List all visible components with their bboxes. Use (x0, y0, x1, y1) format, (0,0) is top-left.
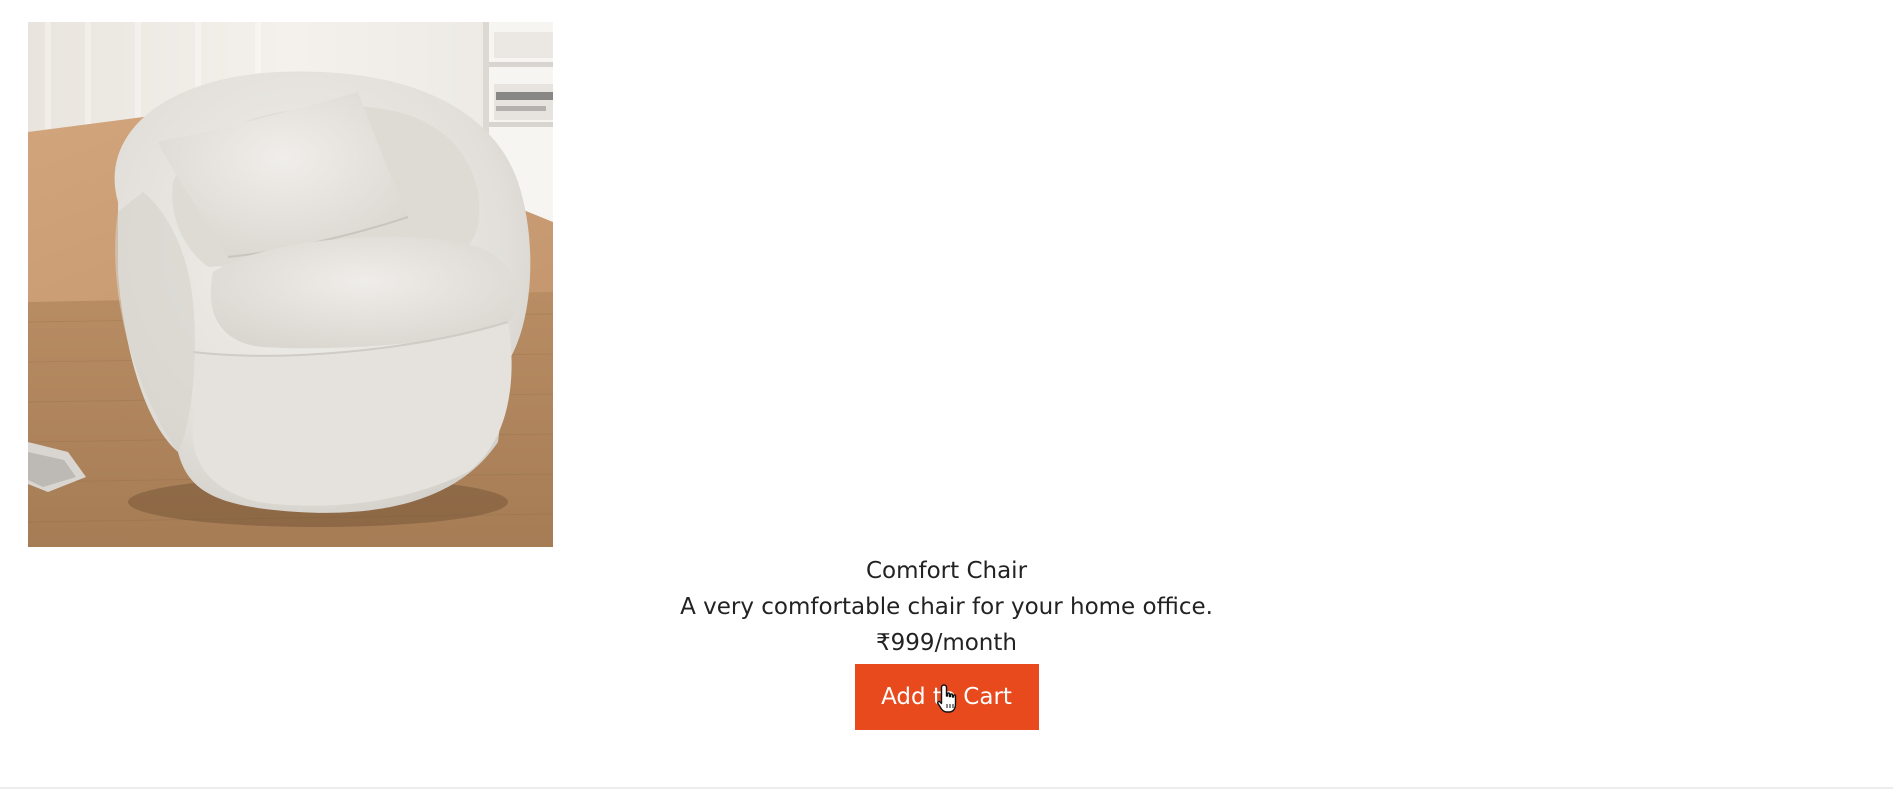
product-description: A very comfortable chair for your home o… (680, 594, 1213, 620)
footer-divider (0, 787, 1893, 789)
add-to-cart-label: Add to Cart (881, 684, 1012, 710)
product-price: ₹999/month (876, 630, 1017, 656)
product-page: Comfort Chair A very comfortable chair f… (0, 0, 1893, 804)
product-name: Comfort Chair (865, 558, 1028, 584)
product-image (28, 22, 553, 547)
add-to-cart-button[interactable]: Add to Cart (854, 664, 1039, 730)
product-details: Comfort Chair A very comfortable chair f… (0, 550, 1893, 730)
